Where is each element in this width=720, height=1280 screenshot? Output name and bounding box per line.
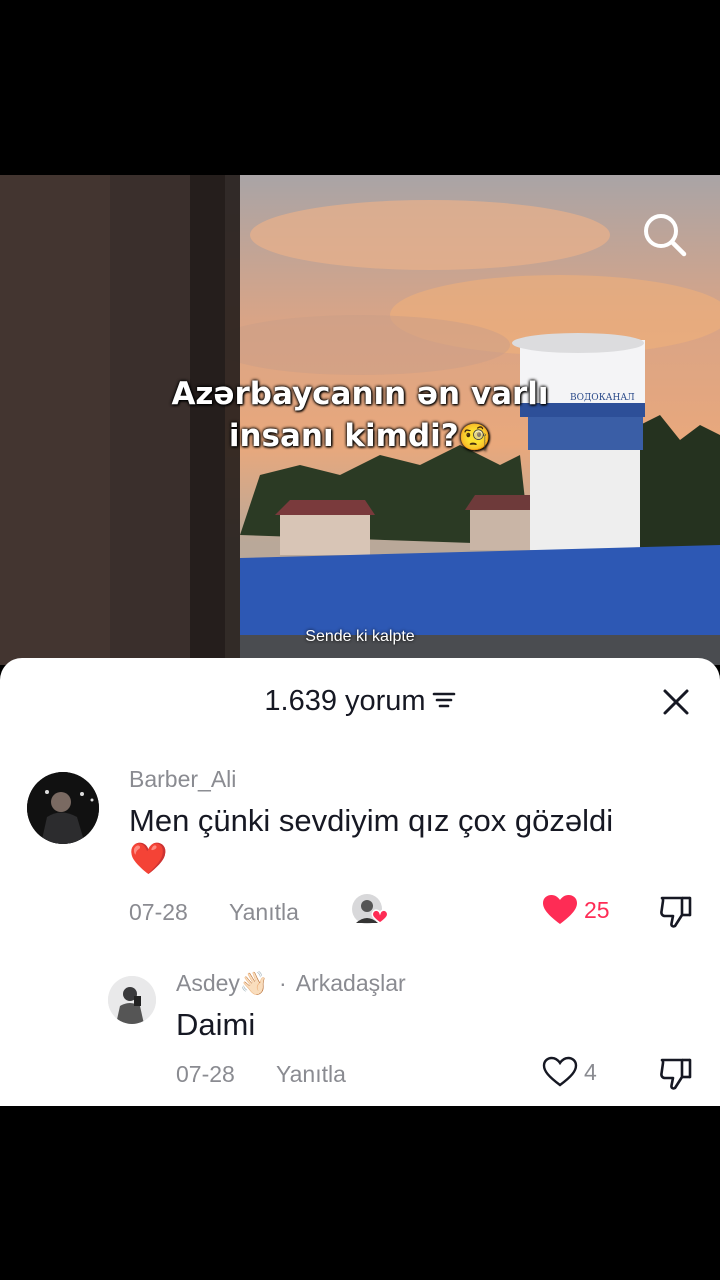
like-count: 25 — [584, 896, 610, 923]
comment-text: Men çünki sevdiyim qız çox gözəldi ❤️ — [129, 802, 689, 878]
bottom-black-area — [0, 1106, 720, 1280]
creator-liked-icon — [352, 894, 389, 924]
thumbs-down-icon — [660, 896, 692, 928]
sort-filter-button[interactable] — [432, 685, 456, 718]
video-overlay-text-line2: insanı kimdi?🧐 — [120, 415, 600, 460]
reply-button[interactable]: Yanıtla — [229, 899, 299, 926]
comment-date: 07-28 — [129, 899, 188, 925]
reply-dislike-button[interactable] — [658, 1056, 694, 1097]
comment-body: Men çünki sevdiyim qız çox gözəldi — [129, 803, 614, 838]
search-icon — [644, 214, 687, 257]
comments-header: 1.639 yorum — [0, 684, 720, 718]
comment-username[interactable]: Barber_Ali — [129, 766, 236, 793]
avatar[interactable] — [27, 772, 99, 844]
comment-count: 1.639 yorum — [264, 684, 426, 717]
reply-username[interactable]: Asdey👋🏻 — [176, 970, 269, 996]
reply-avatar-image — [108, 976, 156, 1024]
search-button[interactable] — [640, 210, 688, 258]
video-caption: Sende ki kalpte — [305, 628, 415, 645]
creator-liked-badge — [351, 893, 391, 927]
overlay-question: insanı kimdi? — [228, 418, 459, 454]
video-overlay-text-line1: Azərbaycanın ən varlı — [171, 376, 549, 412]
reply-like-count: 4 — [584, 1058, 597, 1085]
reply-reply-button[interactable]: Yanıtla — [276, 1061, 346, 1088]
video-player[interactable]: ВОДОКАНАЛ Azərbaycanın ən varlı insanı k… — [0, 175, 720, 665]
heart-outline-icon — [542, 1056, 578, 1087]
sort-filter-icon — [432, 692, 455, 708]
heart-filled-icon — [543, 895, 577, 924]
reply-like-button[interactable]: 4 — [542, 1056, 597, 1088]
thumbs-down-icon — [660, 1058, 692, 1090]
reply-text: Daimi — [176, 1007, 256, 1042]
friends-label: Arkadaşlar — [295, 970, 406, 996]
avatar-image — [27, 772, 99, 844]
heart-emoji: ❤️ — [129, 841, 168, 876]
comments-sheet: 1.639 yorum Barber_Ali Men çünki sevdiyi… — [0, 658, 720, 1106]
reply-date: 07-28 — [176, 1061, 235, 1087]
separator-dot: · — [278, 970, 287, 996]
close-button[interactable] — [660, 686, 692, 718]
reply-avatar[interactable] — [108, 976, 156, 1024]
monocle-face-emoji: 🧐 — [458, 423, 492, 453]
like-button[interactable]: 25 — [542, 894, 610, 926]
reply-author-line: Asdey👋🏻 · Arkadaşlar — [176, 970, 406, 997]
dislike-button[interactable] — [658, 894, 694, 935]
close-icon — [663, 689, 689, 715]
